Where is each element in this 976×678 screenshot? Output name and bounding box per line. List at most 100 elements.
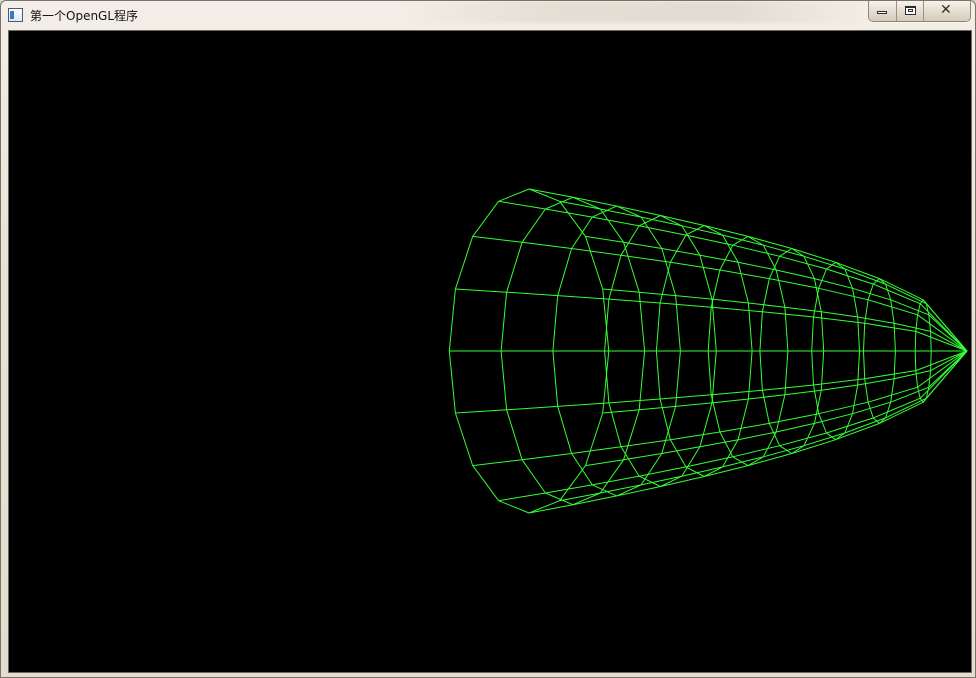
mesh-spoke-segment <box>814 413 853 424</box>
mesh-ring-segment <box>818 268 827 289</box>
mesh-ring-segment <box>699 402 713 447</box>
mesh-ring-segment <box>867 402 874 419</box>
mesh-ring-segment <box>917 303 921 315</box>
mesh-ring-segment <box>930 331 932 352</box>
mesh-ring-segment <box>616 205 642 218</box>
mesh-spoke-segment <box>818 401 869 415</box>
mesh-spoke-segment <box>835 422 880 441</box>
mesh-spoke-segment <box>803 255 845 270</box>
mesh-ring-segment <box>811 316 814 352</box>
mesh-spoke-segment <box>675 295 713 300</box>
mesh-spoke-segment <box>661 248 700 256</box>
mesh-ring-segment <box>454 412 474 466</box>
mesh-ring-segment <box>506 242 523 293</box>
application-window-icon[interactable] <box>8 8 23 22</box>
maximize-button[interactable] <box>896 1 923 21</box>
opengl-canvas[interactable] <box>8 30 972 673</box>
mesh-spoke-segment <box>776 269 815 280</box>
mesh-ring-segment <box>640 453 663 486</box>
mesh-spoke-segment <box>545 484 593 494</box>
mesh-ring-segment <box>521 459 546 494</box>
mesh-spoke-segment <box>864 370 916 380</box>
mesh-spoke-segment <box>585 459 624 467</box>
mesh-ring-segment <box>852 288 859 318</box>
close-button[interactable]: ✕ <box>923 1 970 21</box>
title-bar-background <box>401 1 871 23</box>
mesh-ring-segment <box>864 378 869 403</box>
mesh-spoke-segment <box>529 188 573 198</box>
mesh-spoke-segment <box>472 235 523 243</box>
mesh-spoke-segment <box>660 215 705 226</box>
mesh-spoke-segment <box>722 234 764 246</box>
mesh-spoke-segment <box>602 288 640 293</box>
mesh-ring-segment <box>500 350 508 410</box>
mesh-ring-segment <box>890 299 895 324</box>
mesh-spoke-segment <box>769 278 819 289</box>
mesh-ring-segment <box>448 350 456 414</box>
mesh-ring-segment <box>552 295 559 352</box>
mesh-spoke-segment <box>732 244 780 257</box>
mesh-spoke-segment <box>711 306 763 313</box>
mesh-spoke-segment <box>711 298 749 304</box>
mesh-spoke-segment <box>522 241 572 249</box>
mesh-ring-segment <box>759 311 763 352</box>
mesh-ring-segment <box>616 484 642 497</box>
mesh-ring-segment <box>852 384 859 414</box>
mesh-spoke-segment <box>557 402 609 407</box>
mesh-ring-segment <box>448 288 456 352</box>
mesh-ring-segment <box>585 412 604 466</box>
mesh-spoke-segment <box>455 288 507 293</box>
mesh-ring-segment <box>599 208 625 243</box>
mesh-spoke-segment <box>616 486 661 497</box>
mesh-ring-segment <box>659 262 671 304</box>
mesh-ring-segment <box>762 244 777 271</box>
mesh-spoke-segment <box>893 370 931 380</box>
mesh-ring-segment <box>737 398 749 440</box>
mesh-spoke-segment <box>639 466 686 477</box>
mesh-ring-segment <box>707 307 712 352</box>
mesh-spoke-segment <box>699 254 739 263</box>
window-controls: ✕ <box>868 1 971 22</box>
mesh-ring-segment <box>472 201 500 237</box>
mesh-spoke-segment <box>639 291 676 297</box>
mesh-spoke-segment <box>784 389 822 396</box>
mesh-spoke-segment <box>885 283 927 305</box>
mesh-ring-segment <box>775 394 786 433</box>
mesh-ring-segment <box>681 225 701 256</box>
mesh-spoke-segment <box>779 432 827 447</box>
mesh-ring-segment <box>552 350 559 407</box>
mesh-spoke-segment <box>498 200 546 210</box>
title-bar[interactable]: 第一个OpenGL程序 ✕ <box>1 1 975 30</box>
mesh-spoke-segment <box>592 216 640 227</box>
mesh-spoke-segment <box>919 303 968 352</box>
mesh-ring-segment <box>914 350 917 371</box>
mesh-spoke-segment <box>639 405 676 411</box>
mesh-spoke-segment <box>864 322 916 332</box>
mesh-spoke-segment <box>748 394 785 400</box>
mesh-ring-segment <box>761 390 770 424</box>
mesh-ring-segment <box>775 269 786 308</box>
mesh-ring-segment <box>863 323 866 352</box>
mesh-spoke-segment <box>704 225 749 237</box>
mesh-spoke-segment <box>592 475 640 486</box>
mesh-ring-segment <box>659 398 671 440</box>
mesh-ring-segment <box>811 350 814 386</box>
mesh-spoke-segment <box>722 456 764 468</box>
mesh-ring-segment <box>890 378 895 403</box>
mesh-ring-segment <box>620 225 640 256</box>
mesh-ring-segment <box>585 236 604 290</box>
mesh-spoke-segment <box>675 402 713 407</box>
mesh-spoke-segment <box>660 476 705 487</box>
mesh-ring-segment <box>703 466 723 477</box>
mesh-ring-segment <box>747 456 764 467</box>
minimize-button[interactable] <box>869 1 896 21</box>
mesh-ring-segment <box>813 384 820 414</box>
mesh-spoke-segment <box>559 200 601 210</box>
mesh-spoke-segment <box>893 322 931 332</box>
mesh-spoke-segment <box>732 445 780 458</box>
mesh-ring-segment <box>917 387 921 399</box>
mesh-spoke-segment <box>660 302 712 308</box>
mesh-ring-segment <box>608 402 622 447</box>
mesh-ring-segment <box>761 278 770 312</box>
mesh-spoke-segment <box>813 316 865 324</box>
